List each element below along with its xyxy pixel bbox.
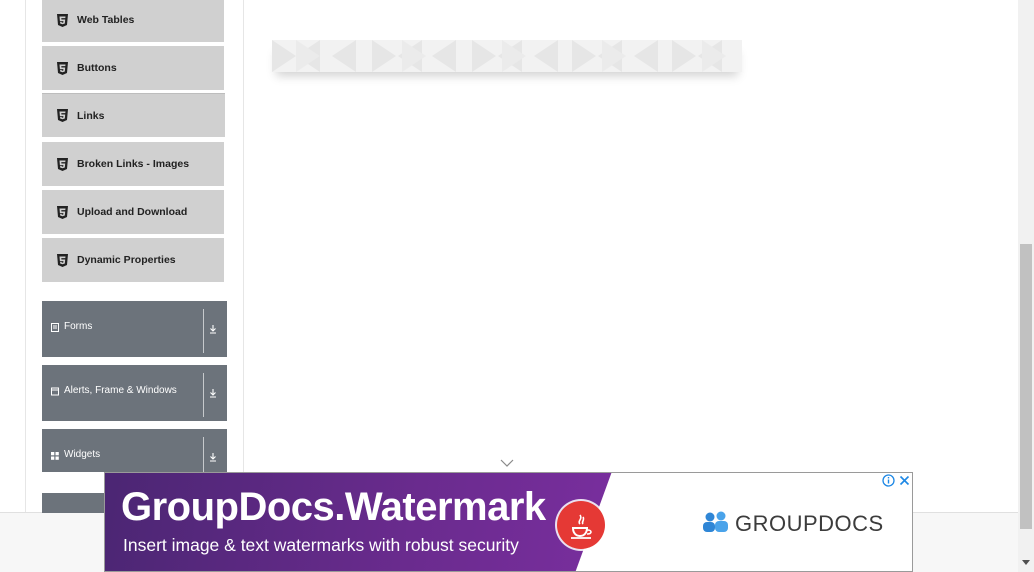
- sidebar-group-label: Widgets: [64, 449, 101, 460]
- scrollbar-thumb[interactable]: [1020, 244, 1032, 529]
- html5-icon: [57, 205, 68, 219]
- sidebar-item-upload-download[interactable]: Upload and Download: [42, 190, 224, 236]
- sidebar-item-broken-links[interactable]: Broken Links - Images: [42, 142, 224, 188]
- groupdocs-logo-icon: [703, 511, 728, 532]
- sidebar-item-label: Broken Links - Images: [77, 158, 190, 170]
- divider: [203, 437, 204, 472]
- sidebar-item-label: Upload and Download: [77, 206, 188, 218]
- sidebar-item-web-tables[interactable]: Web Tables: [42, 0, 224, 44]
- java-logo-icon: [555, 499, 607, 551]
- form-icon: [51, 323, 59, 332]
- window-icon: [51, 387, 59, 396]
- advertisement-banner[interactable]: GroupDocs.Watermark Insert image & text …: [104, 472, 913, 572]
- sidebar-group-label: Alerts, Frame & Windows: [64, 385, 177, 396]
- html5-icon: [57, 109, 68, 122]
- container-border-left: [25, 0, 26, 512]
- ad-brand: GROUPDOCS: [735, 511, 884, 536]
- sidebar-group-widgets[interactable]: Widgets: [42, 429, 227, 472]
- sidebar-item-label: Dynamic Properties: [77, 254, 176, 266]
- grid-icon: [51, 452, 59, 460]
- sidebar-item-dynamic-properties[interactable]: Dynamic Properties: [42, 238, 224, 284]
- html5-icon: [57, 157, 68, 171]
- ad-info-icon[interactable]: [881, 473, 896, 488]
- download-arrow-icon[interactable]: [208, 387, 218, 399]
- sidebar-item-label: Links: [77, 109, 105, 122]
- ad-subtitle: Insert image & text watermarks with robu…: [123, 535, 519, 555]
- sidebar-item-label: Buttons: [77, 62, 117, 74]
- sidebar-border-right: [243, 0, 244, 512]
- html5-icon: [57, 13, 68, 27]
- vertical-scrollbar[interactable]: [1018, 0, 1034, 572]
- html5-icon: [57, 253, 68, 267]
- download-arrow-icon[interactable]: [208, 323, 218, 335]
- page: Web Tables Buttons Links Broken Links - …: [0, 0, 1034, 572]
- html5-icon: [57, 61, 68, 75]
- pattern-graphic: [272, 40, 742, 72]
- sidebar-group-label: Forms: [64, 321, 93, 332]
- sidebar-item-label: Web Tables: [77, 14, 135, 26]
- scroll-down-arrow-icon[interactable]: [1022, 560, 1030, 566]
- banner-image: [272, 40, 742, 72]
- sidebar-group-alerts[interactable]: Alerts, Frame & Windows: [42, 365, 227, 421]
- divider: [203, 373, 204, 417]
- sidebar-item-buttons[interactable]: Buttons: [42, 46, 224, 92]
- ad-title: GroupDocs.Watermark: [121, 485, 546, 529]
- sidebar-group-forms[interactable]: Forms: [42, 301, 227, 357]
- sidebar-item-links[interactable]: Links: [42, 93, 225, 139]
- chevron-down-icon[interactable]: [500, 458, 514, 468]
- download-arrow-icon[interactable]: [208, 451, 218, 463]
- ad-close-icon[interactable]: [897, 473, 912, 488]
- divider: [203, 309, 204, 353]
